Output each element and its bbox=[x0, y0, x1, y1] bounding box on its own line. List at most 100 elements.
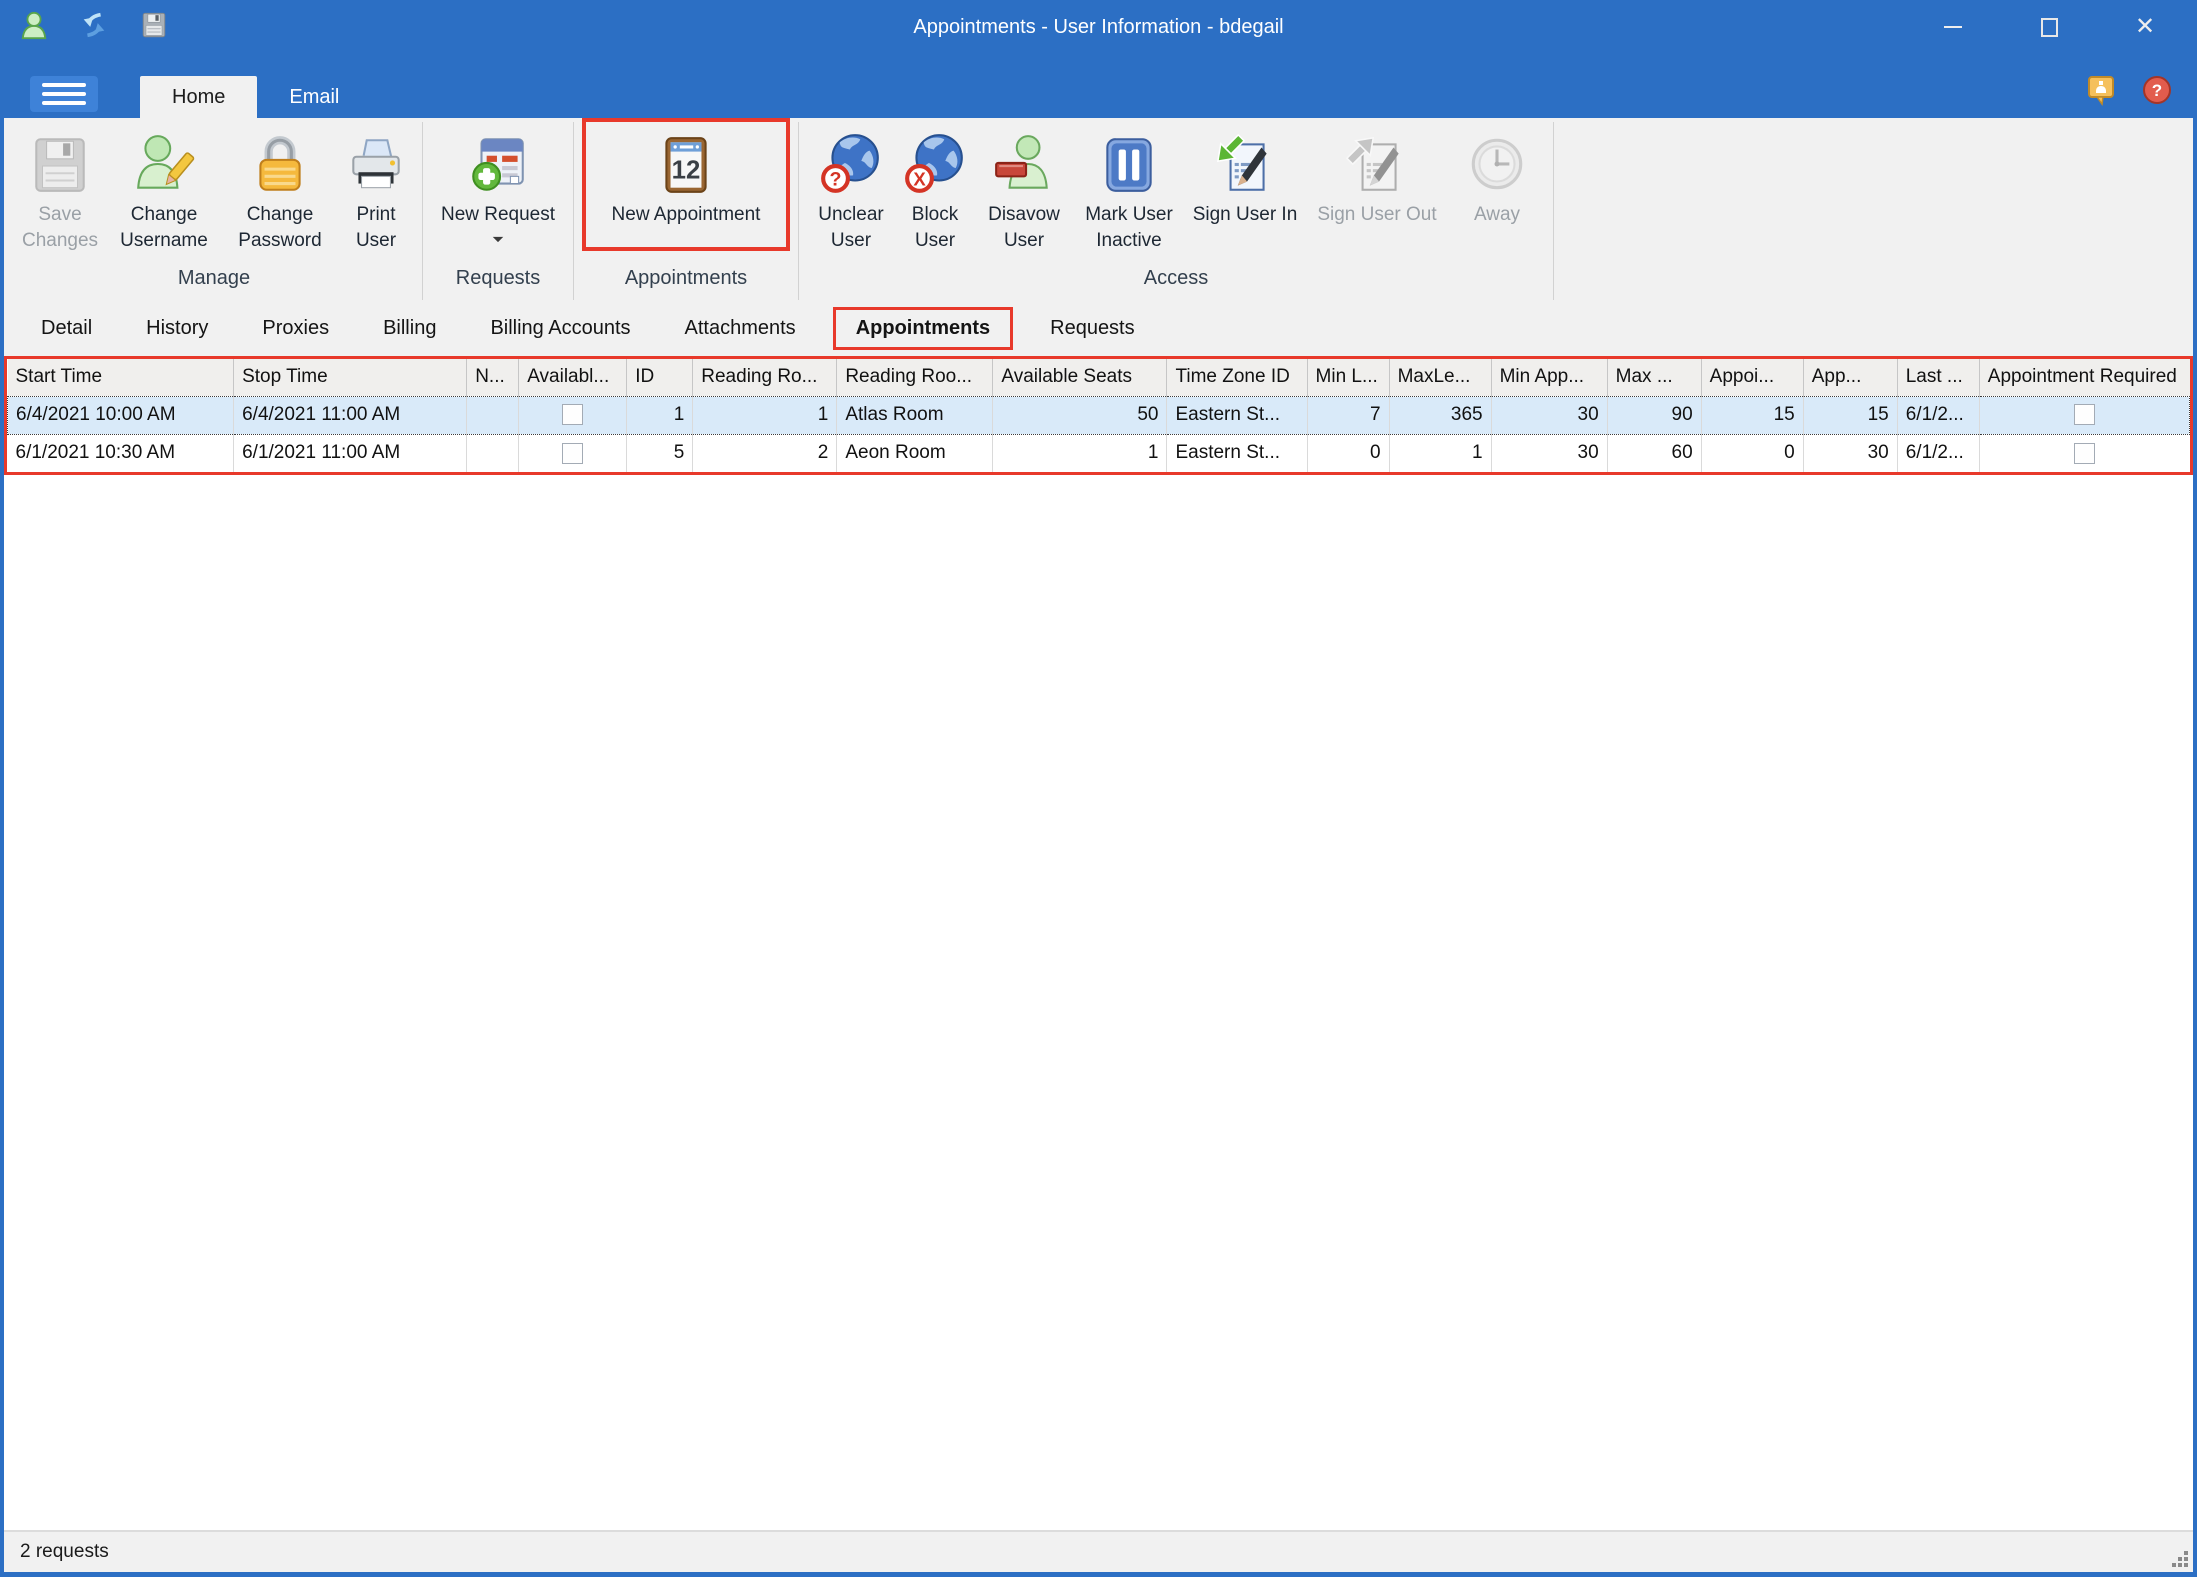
lock-icon bbox=[247, 130, 313, 200]
minimize-icon bbox=[1944, 26, 1962, 28]
table-row-2[interactable]: 6/1/2021 10:30 AM6/1/2021 11:00 AM52Aeon… bbox=[8, 434, 2190, 472]
cell-max: 90 bbox=[1607, 396, 1701, 434]
cell-min-app: 30 bbox=[1491, 396, 1607, 434]
column-header-min-l[interactable]: Min L... bbox=[1307, 359, 1389, 396]
record-tab-proxies[interactable]: Proxies bbox=[235, 317, 356, 340]
cell-appointment-required bbox=[1979, 434, 2189, 472]
button-label: Block User bbox=[912, 202, 958, 254]
status-bar: 2 requests bbox=[4, 1530, 2193, 1572]
cell-n bbox=[467, 434, 519, 472]
svg-text:X: X bbox=[913, 169, 926, 190]
button-label: Disavow User bbox=[988, 202, 1060, 254]
user-quick-access-button[interactable] bbox=[18, 10, 50, 44]
table-row-1[interactable]: 6/4/2021 10:00 AM6/4/2021 11:00 AM11Atla… bbox=[8, 396, 2190, 434]
cell-stop-time: 6/4/2021 11:00 AM bbox=[234, 396, 467, 434]
ribbon-tabs: HomeEmail bbox=[140, 76, 371, 118]
checkbox-appointment-required[interactable] bbox=[2074, 443, 2095, 464]
cell-id: 5 bbox=[627, 434, 693, 472]
column-header-availabl[interactable]: Availabl... bbox=[519, 359, 627, 396]
save-icon bbox=[27, 130, 93, 200]
mark-user-inactive-button[interactable]: Mark User Inactive bbox=[1073, 122, 1185, 263]
sign-in-icon bbox=[1212, 130, 1278, 200]
cell-available-seats: 1 bbox=[993, 434, 1167, 472]
button-label: Away bbox=[1474, 202, 1520, 228]
checkbox-appointment-required[interactable] bbox=[2074, 404, 2095, 425]
record-tab-detail[interactable]: Detail bbox=[14, 317, 119, 340]
maximize-button[interactable] bbox=[2001, 3, 2097, 51]
hamburger-menu-button[interactable] bbox=[30, 76, 98, 112]
column-header-available-seats[interactable]: Available Seats bbox=[993, 359, 1167, 396]
column-header-maxle[interactable]: MaxLe... bbox=[1389, 359, 1491, 396]
clock-icon bbox=[1464, 130, 1530, 200]
checkbox-availabl[interactable] bbox=[562, 404, 583, 425]
highlight-annotation: 12New Appointment bbox=[582, 118, 790, 251]
column-header-last[interactable]: Last ... bbox=[1897, 359, 1979, 396]
refresh-icon bbox=[79, 9, 109, 46]
column-header-reading-ro[interactable]: Reading Ro... bbox=[693, 359, 837, 396]
cell-availabl bbox=[519, 396, 627, 434]
column-header-n[interactable]: N... bbox=[467, 359, 519, 396]
checkbox-availabl[interactable] bbox=[562, 443, 583, 464]
cell-reading-ro: 1 bbox=[693, 396, 837, 434]
cell-last: 6/1/2... bbox=[1897, 434, 1979, 472]
record-tab-billing[interactable]: Billing bbox=[356, 317, 463, 340]
cell-min-l: 0 bbox=[1307, 434, 1389, 472]
group-caption: Requests bbox=[431, 263, 565, 300]
dropdown-arrow-icon bbox=[491, 231, 505, 249]
form-plus-icon bbox=[465, 130, 531, 200]
feedback-button[interactable] bbox=[2085, 74, 2117, 106]
group-caption: Access bbox=[807, 263, 1545, 300]
record-tab-requests[interactable]: Requests bbox=[1023, 317, 1162, 340]
cell-reading-ro: 2 bbox=[693, 434, 837, 472]
column-header-appointment-required[interactable]: Appointment Required bbox=[1979, 359, 2189, 396]
ribbon-tab-email[interactable]: Email bbox=[257, 76, 371, 118]
ribbon-group-manage: Save ChangesChange UsernameChange Passwo… bbox=[6, 122, 423, 300]
away-button: Away bbox=[1449, 122, 1545, 263]
button-label: Sign User Out bbox=[1317, 202, 1436, 228]
column-header-max[interactable]: Max ... bbox=[1607, 359, 1701, 396]
change-password-button[interactable]: Change Password bbox=[222, 122, 338, 263]
change-username-button[interactable]: Change Username bbox=[106, 122, 222, 263]
ribbon-right-icons: ? bbox=[2085, 74, 2173, 106]
record-tab-appointments[interactable]: Appointments bbox=[833, 307, 1013, 350]
button-label: New Appointment bbox=[612, 202, 761, 228]
pause-icon bbox=[1096, 130, 1162, 200]
user-edit-icon bbox=[131, 130, 197, 200]
column-header-reading-roo[interactable]: Reading Roo... bbox=[837, 359, 993, 396]
globe-x-icon: X bbox=[902, 130, 968, 200]
print-user-button[interactable]: Print User bbox=[338, 122, 414, 263]
refresh-quick-access-button[interactable] bbox=[78, 10, 110, 44]
minimize-button[interactable] bbox=[1905, 3, 2001, 51]
column-header-stop-time[interactable]: Stop Time bbox=[234, 359, 467, 396]
unclear-user-button[interactable]: ?Unclear User bbox=[807, 122, 895, 263]
column-header-time-zone-id[interactable]: Time Zone ID bbox=[1167, 359, 1307, 396]
sign-out-icon bbox=[1344, 130, 1410, 200]
help-icon: ? bbox=[2141, 93, 2173, 110]
record-tab-history[interactable]: History bbox=[119, 317, 235, 340]
resize-grip[interactable] bbox=[2170, 1549, 2190, 1569]
column-header-start-time[interactable]: Start Time bbox=[8, 359, 234, 396]
new-request-button[interactable]: New Request bbox=[431, 122, 565, 263]
disavow-user-button[interactable]: Disavow User bbox=[975, 122, 1073, 263]
title-bar: Appointments - User Information - bdegai… bbox=[4, 0, 2193, 54]
svg-text:?: ? bbox=[2152, 81, 2162, 100]
calendar-icon: 12 bbox=[653, 130, 719, 200]
column-header-app[interactable]: App... bbox=[1803, 359, 1897, 396]
sign-user-in-button[interactable]: Sign User In bbox=[1185, 122, 1305, 263]
column-header-min-app[interactable]: Min App... bbox=[1491, 359, 1607, 396]
help-button[interactable]: ? bbox=[2141, 74, 2173, 106]
record-tab-billing-accounts[interactable]: Billing Accounts bbox=[463, 317, 657, 340]
grid-empty-area bbox=[4, 475, 2193, 1530]
column-header-appoi[interactable]: Appoi... bbox=[1701, 359, 1803, 396]
globe-question-icon: ? bbox=[818, 130, 884, 200]
block-user-button[interactable]: X Block User bbox=[895, 122, 975, 263]
quick-access-toolbar bbox=[18, 10, 170, 44]
save-quick-access-button[interactable] bbox=[138, 10, 170, 44]
ribbon-group-requests: New RequestRequests bbox=[423, 122, 574, 300]
new-appointment-button[interactable]: 12New Appointment bbox=[600, 122, 772, 228]
cell-start-time: 6/4/2021 10:00 AM bbox=[8, 396, 234, 434]
record-tab-attachments[interactable]: Attachments bbox=[658, 317, 823, 340]
close-button[interactable]: ✕ bbox=[2097, 3, 2193, 51]
ribbon-tab-home[interactable]: Home bbox=[140, 76, 257, 118]
column-header-id[interactable]: ID bbox=[627, 359, 693, 396]
